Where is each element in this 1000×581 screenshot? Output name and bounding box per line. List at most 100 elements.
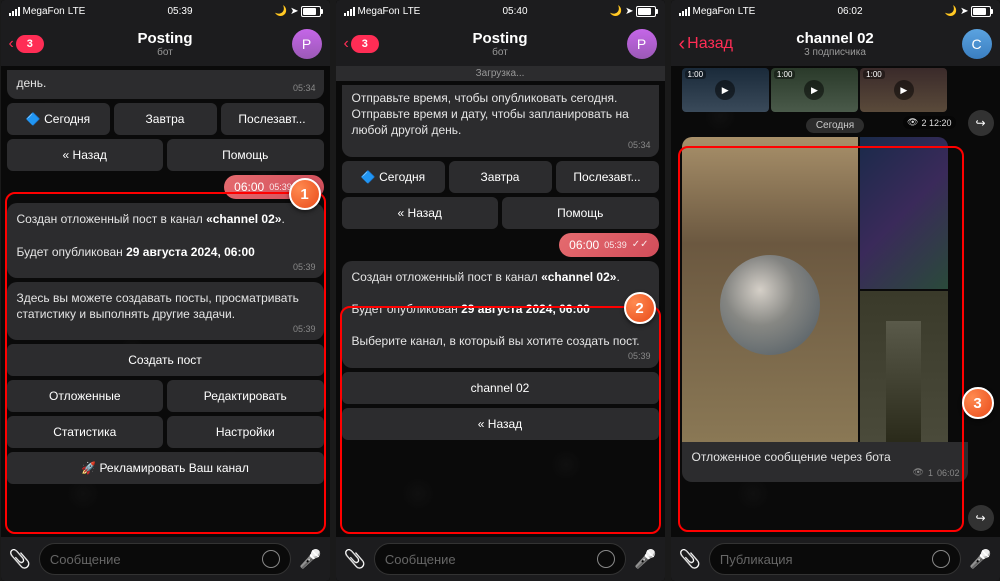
- message-in: Создан отложенный пост в канал «channel …: [7, 203, 324, 278]
- share-button[interactable]: ↪: [968, 505, 994, 531]
- kb-edit-button[interactable]: Редактировать: [167, 380, 324, 412]
- kb-help-button[interactable]: Помощь: [502, 197, 659, 229]
- kb-today-button[interactable]: 🔷 Сегодня: [342, 161, 445, 193]
- message-in: день. 05:34: [7, 70, 324, 99]
- play-icon: ▶: [715, 80, 735, 100]
- avatar[interactable]: P: [627, 29, 657, 59]
- back-button[interactable]: ‹ 3: [344, 35, 379, 53]
- views-meta: 👁2 12:20: [903, 116, 955, 129]
- chat-header: ‹ Назад channel 02 3 подписчика С: [671, 22, 1000, 66]
- kb-tomorrow-button[interactable]: Завтра: [449, 161, 552, 193]
- msg-time: 05:34: [293, 82, 316, 94]
- signal-icon: [344, 7, 355, 16]
- kb-today-button[interactable]: 🔷 Сегодня: [7, 103, 110, 135]
- kb-promote-button[interactable]: 🚀 Рекламировать Ваш канал: [7, 452, 324, 484]
- msg-time: 05:39: [604, 240, 627, 250]
- network: LTE: [403, 6, 421, 17]
- back-button[interactable]: ‹ 3: [9, 35, 44, 53]
- mic-icon[interactable]: [299, 549, 321, 570]
- step-badge-3: 3: [962, 387, 994, 419]
- chat-title-area[interactable]: Posting бот: [138, 30, 193, 58]
- kb-tomorrow-button[interactable]: Завтра: [114, 103, 217, 135]
- input-bar: Публикация: [671, 537, 1000, 581]
- kb-settings-button[interactable]: Настройки: [167, 416, 324, 448]
- chat-body[interactable]: 1:00 ▶ 1:00 ▶ 1:00 ▶ 👁2 12:20 ↪ Сегодня …: [671, 66, 1000, 537]
- step-badge-2: 2: [624, 292, 656, 324]
- unread-badge: 3: [16, 35, 44, 53]
- sticker-icon[interactable]: [932, 550, 950, 568]
- loading-text: Загрузка...: [336, 66, 665, 81]
- kb-dayafter-button[interactable]: Послезавт...: [221, 103, 324, 135]
- photo-thumb[interactable]: [860, 137, 948, 289]
- share-button[interactable]: ↪: [968, 110, 994, 136]
- kb-back-button[interactable]: « Назад: [342, 197, 499, 229]
- kb-help-button[interactable]: Помощь: [167, 139, 324, 171]
- photo-thumb[interactable]: [682, 137, 858, 442]
- duration: 1:00: [685, 70, 707, 79]
- attach-icon[interactable]: [679, 549, 701, 570]
- dnd-icon: 🌙: [275, 6, 287, 17]
- video-thumb[interactable]: 1:00 ▶: [771, 68, 858, 112]
- kb-scheduled-button[interactable]: Отложенные: [7, 380, 164, 412]
- msg-time: 05:39: [293, 323, 316, 335]
- chat-title: channel 02: [796, 30, 874, 47]
- photo-thumb[interactable]: [860, 291, 948, 443]
- media-grid[interactable]: [682, 137, 948, 442]
- battery-icon: [301, 6, 321, 17]
- msg-time: 05:34: [628, 139, 651, 151]
- status-bar: MegaFon LTE 05:40 🌙 ➤: [336, 0, 665, 22]
- signal-icon: [9, 7, 20, 16]
- message-out: 06:00 05:39 ✓✓: [559, 233, 658, 257]
- message-caption: Отложенное сообщение через бота 👁 1 06:0…: [682, 442, 968, 482]
- network: LTE: [738, 6, 756, 17]
- mic-icon[interactable]: [969, 549, 991, 570]
- chat-subtitle: бот: [473, 47, 528, 58]
- back-button[interactable]: ‹ Назад: [679, 33, 734, 56]
- carrier: MegaFon: [358, 6, 400, 17]
- message-input[interactable]: Сообщение: [374, 543, 626, 575]
- carrier: MegaFon: [23, 6, 65, 17]
- message-input[interactable]: Публикация: [709, 543, 961, 575]
- chat-header: ‹ 3 Posting бот P: [336, 22, 665, 66]
- kb-channel-button[interactable]: channel 02: [342, 372, 659, 404]
- message-in: Здесь вы можете создавать посты, просмат…: [7, 282, 324, 340]
- carrier: MegaFon: [693, 6, 735, 17]
- back-text: Назад: [687, 35, 733, 53]
- chevron-left-icon: ‹: [9, 35, 14, 53]
- message-in: Отправьте время, чтобы опубликовать сего…: [342, 85, 659, 157]
- eye-icon: 👁: [907, 117, 918, 128]
- status-bar: MegaFon LTE 05:39 🌙 ➤: [1, 0, 330, 22]
- caption-meta: 👁 1 06:02: [913, 467, 960, 478]
- chevron-left-icon: ‹: [679, 33, 686, 56]
- attach-icon[interactable]: [344, 549, 366, 570]
- clock: 06:02: [837, 6, 862, 17]
- kb-back-button[interactable]: « Назад: [7, 139, 164, 171]
- kb-create-post-button[interactable]: Создать пост: [7, 344, 324, 376]
- chat-title: Posting: [138, 30, 193, 47]
- chat-body[interactable]: день. 05:34 🔷 Сегодня Завтра Послезавт..…: [1, 66, 330, 541]
- kb-dayafter-button[interactable]: Послезавт...: [556, 161, 659, 193]
- video-thumb[interactable]: 1:00 ▶: [860, 68, 947, 112]
- kb-stats-button[interactable]: Статистика: [7, 416, 164, 448]
- video-thumb[interactable]: 1:00 ▶: [682, 68, 769, 112]
- avatar[interactable]: С: [962, 29, 992, 59]
- sticker-icon[interactable]: [262, 550, 280, 568]
- chat-body[interactable]: Отправьте время, чтобы опубликовать сего…: [336, 81, 665, 540]
- input-bar: Сообщение: [1, 537, 330, 581]
- kb-back-button[interactable]: « Назад: [342, 408, 659, 440]
- chevron-left-icon: ‹: [344, 35, 349, 53]
- avatar[interactable]: P: [292, 29, 322, 59]
- message-input[interactable]: Сообщение: [39, 543, 291, 575]
- network: LTE: [68, 6, 86, 17]
- media-grid-row: 1:00 ▶ 1:00 ▶ 1:00 ▶: [682, 66, 948, 114]
- message-in: Создан отложенный пост в канал «channel …: [342, 261, 659, 368]
- clock: 05:39: [167, 6, 192, 17]
- play-icon: ▶: [804, 80, 824, 100]
- eye-icon: 👁: [913, 467, 924, 478]
- mic-icon[interactable]: [634, 549, 656, 570]
- chat-title-area[interactable]: Posting бот: [473, 30, 528, 58]
- attach-icon[interactable]: [9, 549, 31, 570]
- sticker-icon[interactable]: [597, 550, 615, 568]
- unread-badge: 3: [351, 35, 379, 53]
- chat-title-area[interactable]: channel 02 3 подписчика: [796, 30, 874, 58]
